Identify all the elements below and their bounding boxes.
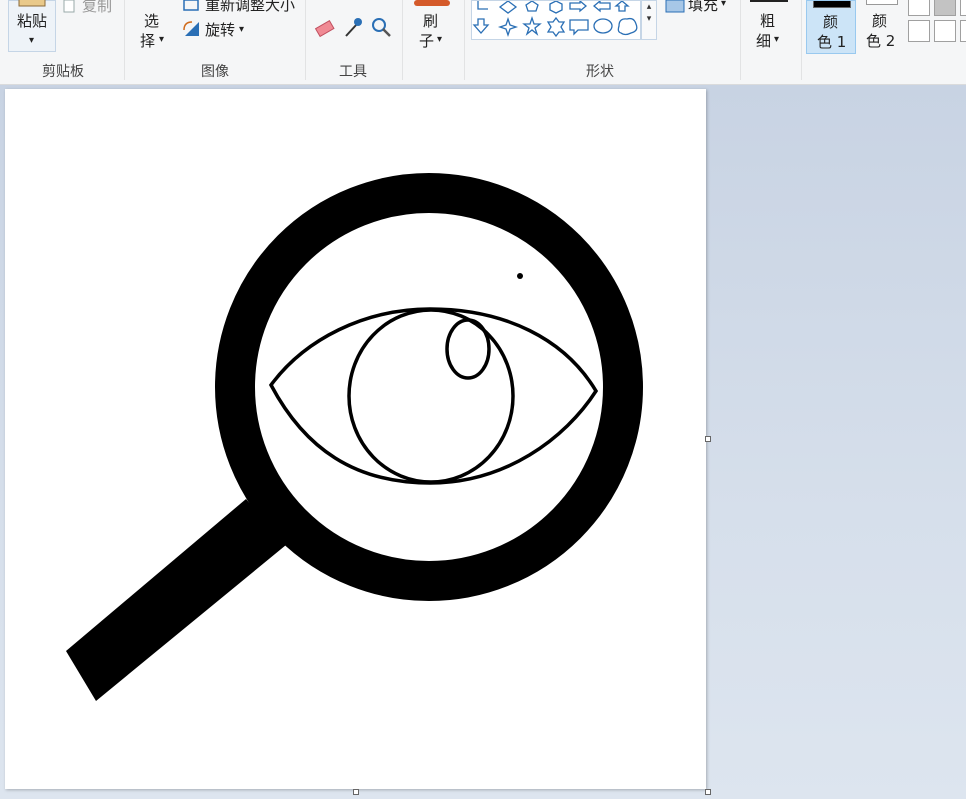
palette-swatch-empty[interactable]	[934, 20, 956, 42]
brush-icon	[414, 0, 450, 6]
palette-swatch-empty[interactable]	[960, 20, 966, 42]
paste-label: 粘贴	[17, 12, 48, 30]
fill-icon	[665, 0, 685, 13]
resize-handle-corner[interactable]	[705, 789, 711, 795]
chevron-down-icon: ▾	[29, 35, 35, 46]
chevron-down-icon: ▾	[239, 24, 245, 35]
copy-icon	[63, 0, 75, 13]
size-label-bottom: 细	[756, 32, 772, 50]
brushes-label-top: 刷	[423, 12, 439, 30]
chevron-up-icon: ▴	[646, 2, 652, 12]
group-divider	[801, 0, 802, 80]
color1-label-top: 颜	[823, 13, 839, 31]
group-divider	[740, 0, 741, 80]
eye-outline	[268, 307, 599, 485]
rotate-icon	[183, 21, 199, 36]
color2-swatch	[866, 0, 898, 5]
drawing-canvas[interactable]	[5, 89, 706, 789]
eraser-icon[interactable]	[314, 18, 336, 40]
color1-swatch	[813, 1, 851, 8]
color2-label-bottom: 色 2	[866, 32, 896, 50]
palette-swatch-gray[interactable]	[934, 0, 956, 16]
tools-group-label: 工具	[339, 64, 367, 80]
clipboard-icon	[18, 0, 46, 7]
shapes-gallery[interactable]	[471, 0, 641, 40]
magnifier-ring	[215, 173, 643, 601]
group-divider	[305, 0, 306, 80]
select-label-bottom: 择	[140, 32, 156, 50]
shapes-group-label: 形状	[586, 64, 614, 80]
group-divider	[124, 0, 125, 80]
copy-button[interactable]: 复制	[82, 0, 112, 16]
size-label-top: 粗	[760, 12, 776, 30]
palette-swatch-empty[interactable]	[908, 20, 930, 42]
chevron-down-icon: ▾	[159, 34, 165, 45]
color1-button[interactable]: 颜 色 1	[806, 0, 856, 54]
palette-swatch-white[interactable]	[960, 0, 966, 16]
line-thickness-icon	[750, 0, 788, 2]
paste-button[interactable]: 粘贴 ▾	[8, 0, 56, 52]
ribbon: 粘贴 ▾ 复制 剪贴板 选 择 ▾ 重新调整大小 旋转 ▾ 图像 工具 刷 子 …	[0, 0, 966, 85]
chevron-down-icon: ▾	[774, 34, 780, 45]
shapes-gallery-icons	[472, 0, 638, 38]
rotate-button[interactable]: 旋转	[205, 20, 235, 40]
magnifier-handle	[66, 499, 286, 701]
palette-swatch-white[interactable]	[908, 0, 930, 16]
color1-label-bottom: 色 1	[817, 33, 847, 51]
resize-button[interactable]: 重新调整大小	[205, 0, 295, 15]
group-divider	[402, 0, 403, 80]
fill-button[interactable]: 填充	[688, 0, 718, 15]
color2-label-top: 颜	[872, 12, 888, 30]
eye-highlight	[445, 318, 491, 380]
magnifier-eye-drawing	[66, 173, 643, 701]
resize-handle-right[interactable]	[705, 436, 711, 442]
brushes-label-bottom: 子	[419, 32, 435, 50]
chevron-down-icon: ▾	[437, 34, 443, 45]
group-divider	[464, 0, 465, 80]
chevron-down-icon: ▾	[646, 14, 652, 24]
stray-dot	[517, 273, 523, 279]
magnifier-icon[interactable]	[370, 16, 392, 38]
gallery-scroll[interactable]: ▴ ▾	[641, 0, 657, 40]
select-label-top: 选	[144, 12, 160, 30]
color-picker-icon[interactable]	[342, 16, 364, 40]
image-group-label: 图像	[201, 64, 229, 80]
chevron-down-icon: ▾	[721, 0, 727, 9]
resize-handle-bottom[interactable]	[353, 789, 359, 795]
clipboard-group-label: 剪贴板	[42, 64, 84, 80]
resize-icon	[183, 0, 199, 11]
